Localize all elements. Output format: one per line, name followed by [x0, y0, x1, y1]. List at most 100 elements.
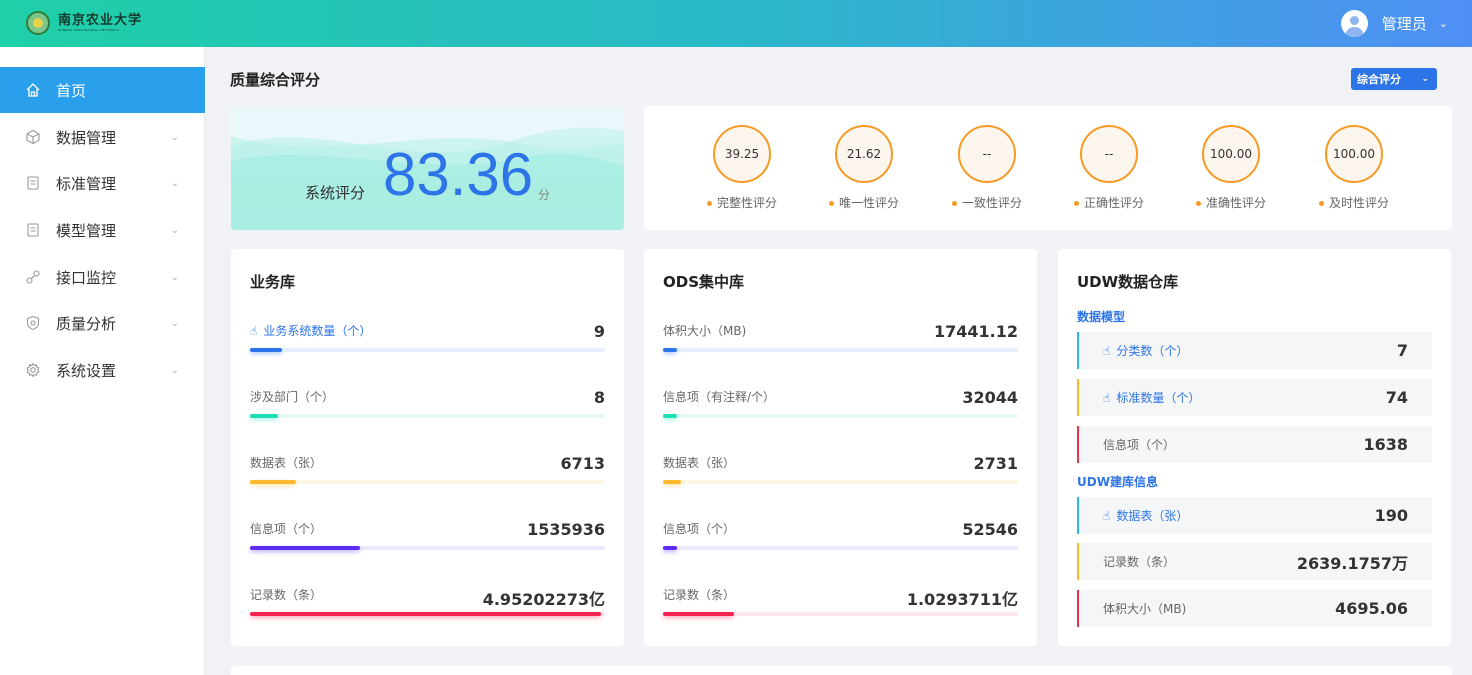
- stat-value: 1.0293711亿: [906, 590, 1018, 609]
- logo-title: 南京农业大学: [58, 13, 143, 28]
- metric-ring: 100.00: [1325, 125, 1383, 183]
- stat-link[interactable]: ☝ 数据表（张）: [1103, 507, 1188, 524]
- chevron-down-icon: ⌄: [170, 177, 179, 189]
- home-icon: [24, 81, 42, 99]
- university-logo[interactable]: 南京农业大学 NANJING AGRICULTURAL UNIVERSITY: [26, 10, 142, 36]
- document-icon: [24, 221, 42, 239]
- stat-row: 信息项（有注释/个） 32044: [663, 388, 1018, 428]
- dot-icon: [951, 201, 957, 206]
- sidebar-item-label: 系统设置: [56, 361, 117, 380]
- progress-fill: [663, 546, 678, 550]
- stat-value: 8: [593, 388, 605, 407]
- document-icon: [24, 174, 42, 192]
- chevron-down-icon: ⌄: [170, 271, 179, 283]
- metric-correctness: -- 正确性评分: [1049, 106, 1169, 230]
- dot-icon: [1073, 201, 1079, 206]
- stat-row: 信息项（个） 1535936: [250, 520, 605, 560]
- sidebar-item-data-management[interactable]: 数据管理 ⌄: [0, 114, 205, 160]
- progress-fill: [663, 348, 678, 352]
- udw-row[interactable]: ☝ 标准数量（个） 74: [1077, 379, 1432, 416]
- udw-row[interactable]: ☝ 分类数（个） 7: [1077, 332, 1432, 369]
- panel-title: ODS集中库: [663, 273, 745, 291]
- sidebar-item-standard-management[interactable]: 标准管理 ⌄: [0, 160, 205, 206]
- score-value: 83.36: [383, 141, 534, 208]
- chevron-down-icon: ⌄: [170, 317, 179, 329]
- sidebar-item-label: 标准管理: [56, 174, 117, 193]
- stat-row[interactable]: ☝ 业务系统数量（个） 9: [250, 322, 605, 362]
- stat-row: 涉及部门（个） 8: [250, 388, 605, 428]
- stat-link[interactable]: ☝ 分类数（个）: [1103, 342, 1188, 359]
- stat-label: 记录数（条）: [663, 588, 736, 602]
- progress-track: [663, 414, 1018, 418]
- subsection-title: 数据模型: [1077, 310, 1126, 324]
- score-label: 系统评分: [305, 184, 366, 202]
- stat-value: 17441.12: [933, 322, 1018, 341]
- sidebar-item-label: 模型管理: [56, 221, 117, 240]
- sidebar-item-interface-monitor[interactable]: 接口监控 ⌄: [0, 254, 205, 300]
- cube-icon: [24, 128, 42, 146]
- metric-label: 正确性评分: [1083, 196, 1144, 210]
- avatar[interactable]: [1340, 10, 1368, 37]
- progress-track: [250, 480, 605, 484]
- hand-pointer-icon: ☝: [250, 324, 258, 338]
- metric-accuracy: 100.00 准确性评分: [1171, 106, 1291, 230]
- stat-row: 数据表（张） 6713: [250, 454, 605, 494]
- score-type-select[interactable]: 综合评分 ⌄: [1351, 68, 1437, 90]
- stat-link[interactable]: ☝ 业务系统数量（个）: [250, 322, 371, 339]
- metric-ring: --: [1080, 125, 1138, 183]
- stat-label: 数据表（张）: [663, 456, 736, 470]
- stat-value: 74: [1385, 388, 1408, 407]
- stat-value: 2731: [973, 454, 1018, 473]
- sidebar-item-label: 首页: [56, 81, 87, 100]
- metric-completeness: 39.25 完整性评分: [682, 106, 802, 230]
- stat-row: 记录数（条） 1.0293711亿: [663, 586, 1018, 626]
- udw-row[interactable]: ☝ 数据表（张） 190: [1077, 497, 1432, 534]
- sidebar-item-model-management[interactable]: 模型管理 ⌄: [0, 207, 205, 253]
- user-menu[interactable]: 管理员 ⌄: [1340, 10, 1448, 37]
- metric-label: 及时性评分: [1328, 196, 1389, 210]
- stat-label: 体积大小（MB): [663, 324, 747, 338]
- chevron-down-icon[interactable]: ⌄: [1439, 17, 1448, 30]
- sidebar-item-quality-analysis[interactable]: 质量分析 ⌄: [0, 300, 205, 346]
- sidebar-item-label: 接口监控: [56, 268, 117, 287]
- dot-icon: [828, 201, 834, 206]
- sidebar-item-home[interactable]: 首页: [0, 67, 205, 113]
- stat-value: 7: [1396, 341, 1408, 360]
- metric-timeliness: 100.00 及时性评分: [1294, 106, 1414, 230]
- score-unit: 分: [538, 188, 551, 202]
- udw-row: 信息项（个） 1638: [1077, 426, 1432, 463]
- progress-fill: [250, 612, 602, 616]
- business-db-panel: 业务库 ☝ 业务系统数量（个） 9 涉及部门（个） 8 数据表（张） 6713 信…: [231, 249, 624, 646]
- user-name[interactable]: 管理员: [1382, 13, 1427, 34]
- metric-label: 一致性评分: [961, 196, 1022, 210]
- quality-metrics-card: 39.25 完整性评分 21.62 唯一性评分 -- 一致性评分 -- 正确性评…: [644, 106, 1452, 230]
- stat-label: 信息项（个）: [663, 522, 736, 536]
- metric-ring: 39.25: [713, 125, 771, 183]
- metric-ring: 100.00: [1202, 125, 1260, 183]
- sidebar-item-system-settings[interactable]: 系统设置 ⌄: [0, 347, 205, 393]
- top-header: 南京农业大学 NANJING AGRICULTURAL UNIVERSITY 管…: [0, 0, 1472, 47]
- metric-label: 唯一性评分: [838, 196, 899, 210]
- progress-fill: [663, 480, 681, 484]
- hand-pointer-icon: ☝: [1103, 391, 1111, 405]
- chevron-down-icon: ⌄: [1421, 74, 1429, 84]
- chevron-down-icon: ⌄: [170, 131, 179, 143]
- panel-title: UDW数据仓库: [1077, 273, 1179, 291]
- stat-label: 记录数（条）: [1103, 555, 1176, 569]
- progress-track: [663, 348, 1018, 352]
- metric-consistency: -- 一致性评分: [927, 106, 1047, 230]
- stat-label: 数据表（张）: [250, 456, 323, 470]
- stat-link[interactable]: ☝ 标准数量（个）: [1103, 389, 1200, 406]
- progress-fill: [250, 480, 297, 484]
- sidebar: 首页 数据管理 ⌄ 标准管理 ⌄ 模型管理 ⌄ 接口监控 ⌄ 质量分析 ⌄ 系统…: [0, 47, 205, 675]
- sidebar-item-label: 质量分析: [56, 314, 117, 333]
- stat-value: 9: [593, 322, 605, 341]
- hand-pointer-icon: ☝: [1103, 344, 1111, 358]
- progress-track: [663, 546, 1018, 550]
- metric-label: 准确性评分: [1205, 196, 1266, 210]
- progress-track: [250, 414, 605, 418]
- stat-row: 记录数（条） 4.95202273亿: [250, 586, 605, 626]
- stat-value: 190: [1374, 506, 1408, 525]
- stat-row: 数据表（张） 2731: [663, 454, 1018, 494]
- hand-pointer-icon: ☝: [1103, 509, 1111, 523]
